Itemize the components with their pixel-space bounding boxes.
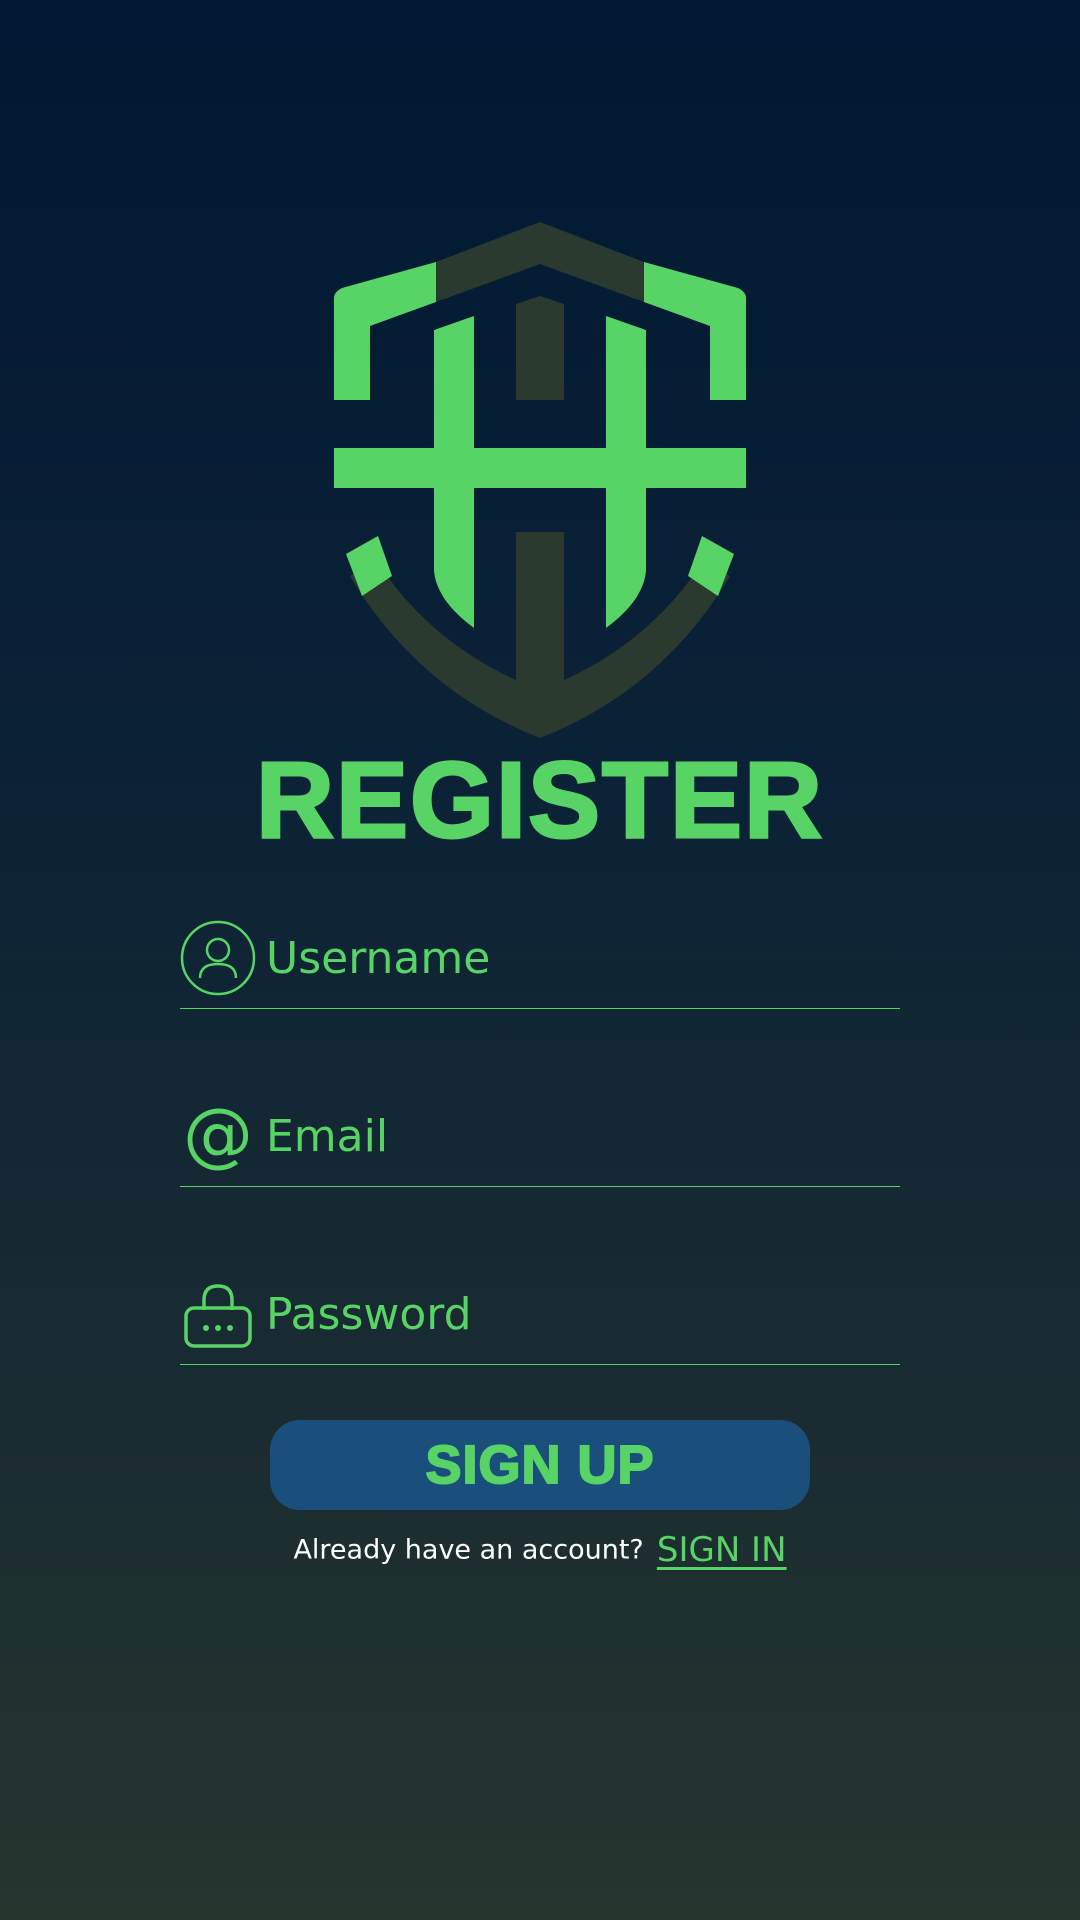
email-field: @ bbox=[180, 1098, 900, 1187]
page-title: REGISTER bbox=[254, 738, 825, 861]
sign-in-link[interactable]: SIGN IN bbox=[657, 1530, 787, 1570]
username-field bbox=[180, 920, 900, 1009]
password-input[interactable] bbox=[266, 1276, 886, 1352]
lock-icon bbox=[184, 1284, 252, 1348]
username-input[interactable] bbox=[266, 920, 886, 996]
sign-in-row: Already have an account? SIGN IN bbox=[0, 1530, 1080, 1580]
user-icon bbox=[180, 920, 256, 996]
sign-up-button[interactable]: SIGN UP bbox=[270, 1420, 810, 1510]
password-field bbox=[180, 1276, 900, 1365]
at-sign-icon: @ bbox=[183, 1098, 253, 1174]
shield-logo-icon bbox=[334, 222, 746, 738]
sign-in-prompt: Already have an account? bbox=[293, 1534, 644, 1566]
email-input[interactable] bbox=[266, 1098, 886, 1174]
svg-text:@: @ bbox=[183, 1098, 253, 1174]
